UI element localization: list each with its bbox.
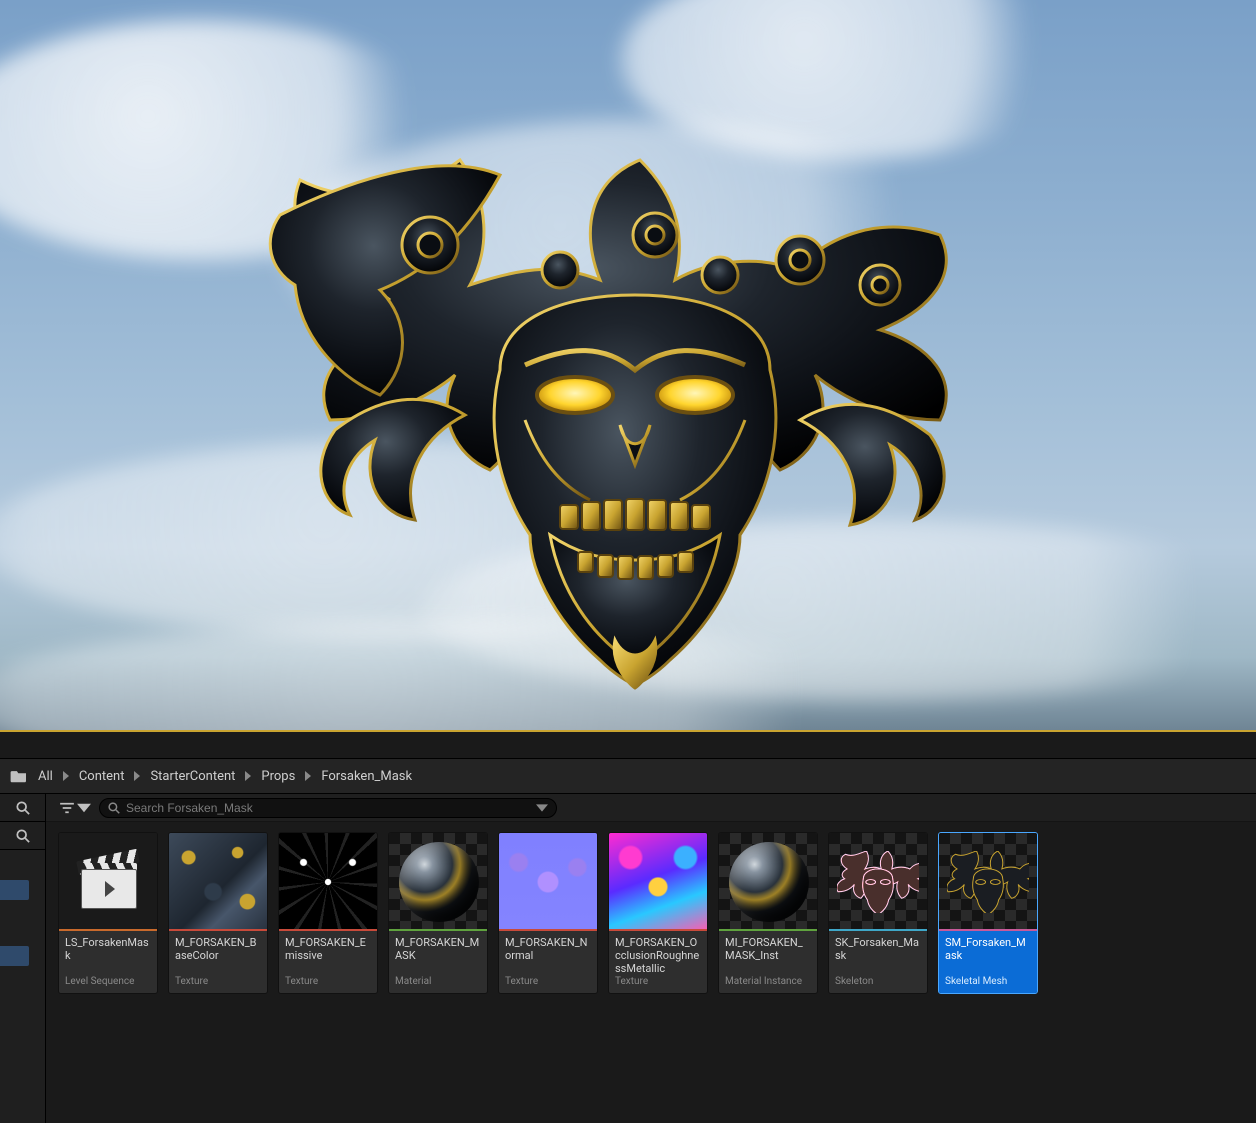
asset-name: M_FORSAKEN_Normal [505,936,591,962]
asset-type-strip [829,929,927,931]
asset-name: SM_Forsaken_Mask [945,936,1031,962]
asset-thumbnail [59,833,157,931]
asset-type-strip [609,929,707,931]
asset-type-strip [279,929,377,931]
asset-name: M_FORSAKEN_MASK [395,936,481,962]
asset-name: M_FORSAKEN_Emissive [285,936,371,962]
asset-meta: SK_Forsaken_Mask Skeleton [829,931,927,993]
asset-type: Texture [615,976,701,987]
panel-divider[interactable] [0,732,1256,758]
asset-name: M_FORSAKEN_BaseColor [175,936,261,962]
asset-type: Level Sequence [65,976,151,987]
asset-meta: MI_FORSAKEN_MASK_Inst Material Instance [719,931,817,993]
asset-name: SK_Forsaken_Mask [835,936,921,962]
asset-card[interactable]: M_FORSAKEN_Normal Texture [498,832,598,994]
asset-type: Skeleton [835,976,921,987]
asset-name: M_FORSAKEN_OcclusionRoughnessMetallic [615,936,701,975]
asset-toolbar [46,794,1256,822]
sources-tree-selection[interactable] [0,880,29,900]
asset-meta: SM_Forsaken_Mask Skeletal Mesh [939,931,1037,993]
asset-type-strip [169,929,267,931]
asset-card[interactable]: MI_FORSAKEN_MASK_Inst Material Instance [718,832,818,994]
breadcrumb: All Content StarterContent Props Forsake… [0,758,1256,794]
sources-panel-collapsed [0,794,45,1123]
asset-type-strip [939,929,1037,931]
asset-meta: M_FORSAKEN_Normal Texture [499,931,597,993]
asset-type-strip [59,929,157,931]
asset-thumbnail [829,833,927,931]
viewport[interactable] [0,0,1256,732]
asset-type: Material Instance [725,976,811,987]
asset-thumbnail [169,833,267,931]
sources-tree-selection-2[interactable] [0,946,29,966]
asset-grid[interactable]: LS_ForsakenMask Level Sequence M_FORSAKEN_… [46,822,1256,1123]
chevron-right-icon [245,771,251,781]
chevron-down-icon[interactable] [536,802,548,814]
asset-card[interactable]: SM_Forsaken_Mask Skeletal Mesh [938,832,1038,994]
chevron-right-icon [305,771,311,781]
viewport-model-forsaken-mask [240,120,980,700]
content-browser: LS_ForsakenMask Level Sequence M_FORSAKEN_… [0,794,1256,1123]
breadcrumb-root[interactable]: All [34,767,57,786]
asset-card[interactable]: M_FORSAKEN_MASK Material [388,832,488,994]
asset-thumbnail [389,833,487,931]
asset-search-input[interactable] [126,801,530,815]
asset-meta: M_FORSAKEN_MASK Material [389,931,487,993]
asset-meta: M_FORSAKEN_Emissive Texture [279,931,377,993]
asset-card[interactable]: M_FORSAKEN_Emissive Texture [278,832,378,994]
chevron-right-icon [134,771,140,781]
breadcrumb-item-props[interactable]: Props [257,767,299,786]
filter-icon [60,802,74,814]
search-icon [16,801,30,815]
breadcrumb-item-current[interactable]: Forsaken_Mask [317,767,416,786]
asset-type: Texture [175,976,261,987]
asset-type: Texture [285,976,371,987]
filter-button[interactable] [60,802,91,814]
asset-name: LS_ForsakenMask [65,936,151,962]
asset-type: Texture [505,976,591,987]
asset-type-strip [499,929,597,931]
asset-card[interactable]: M_FORSAKEN_BaseColor Texture [168,832,268,994]
breadcrumb-item-content[interactable]: Content [75,767,129,786]
asset-search[interactable] [99,798,557,818]
folder-icon[interactable] [10,769,28,783]
asset-type-strip [719,929,817,931]
asset-thumbnail [609,833,707,931]
asset-type: Material [395,976,481,987]
chevron-right-icon [63,771,69,781]
asset-type-strip [389,929,487,931]
asset-card[interactable]: SK_Forsaken_Mask Skeleton [828,832,928,994]
asset-view: LS_ForsakenMask Level Sequence M_FORSAKEN_… [45,794,1256,1123]
breadcrumb-item-startercontent[interactable]: StarterContent [146,767,239,786]
chevron-down-icon [77,802,91,814]
asset-meta: M_FORSAKEN_BaseColor Texture [169,931,267,993]
asset-card[interactable]: M_FORSAKEN_OcclusionRoughnessMetallicTex… [608,832,708,994]
asset-thumbnail [939,833,1037,931]
asset-meta: M_FORSAKEN_OcclusionRoughnessMetallicTex… [609,931,707,993]
asset-type: Skeletal Mesh [945,976,1031,987]
asset-thumbnail [499,833,597,931]
asset-meta: LS_ForsakenMask Level Sequence [59,931,157,993]
asset-card[interactable]: LS_ForsakenMask Level Sequence [58,832,158,994]
asset-thumbnail [719,833,817,931]
asset-thumbnail [279,833,377,931]
sources-search-button-2[interactable] [0,822,45,850]
sources-search-button[interactable] [0,794,45,822]
search-icon [16,829,30,843]
search-icon [108,802,120,814]
asset-name: MI_FORSAKEN_MASK_Inst [725,936,811,962]
